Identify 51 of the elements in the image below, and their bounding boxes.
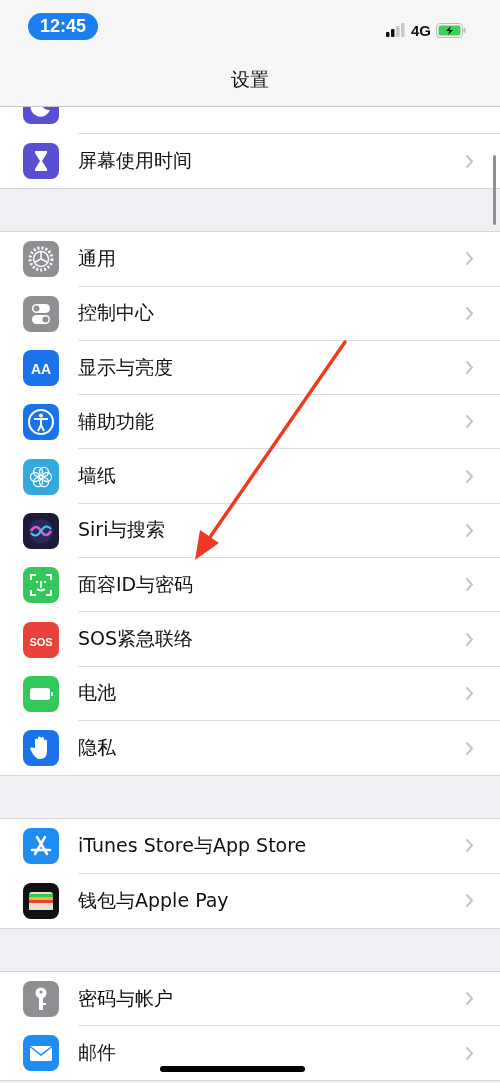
chevron-icon: [465, 685, 474, 701]
chevron-icon: [465, 251, 474, 267]
row-label: 隐私: [78, 735, 116, 761]
settings-row[interactable]: 隐私: [0, 720, 500, 776]
chevron-icon: [465, 740, 474, 756]
chevron-icon: [465, 577, 474, 593]
status-time: 12:45: [28, 12, 99, 40]
signal-icon: [386, 23, 406, 37]
settings-row[interactable]: SOS SOS紧急联络: [0, 612, 500, 667]
row-label: 密码与帐户: [78, 985, 173, 1011]
settings-row[interactable]: 通用: [0, 232, 500, 287]
chevron-icon: [465, 991, 474, 1006]
scrollbar: [493, 155, 496, 225]
chevron-icon: [465, 153, 474, 169]
settings-row[interactable]: 密码与帐户: [0, 971, 500, 1027]
row-label: 电池: [78, 680, 116, 706]
row-label: Siri与搜索: [78, 517, 166, 543]
row-label: iTunes Store与App Store: [78, 832, 307, 858]
chevron-icon: [465, 305, 474, 321]
settings-row[interactable]: 钱包与Apple Pay: [0, 873, 500, 928]
page-title: 设置: [231, 67, 269, 92]
chevron-icon: [465, 838, 474, 854]
settings-row[interactable]: 面容ID与密码: [0, 558, 500, 613]
row-label: 显示与亮度: [78, 354, 173, 380]
settings-row[interactable]: 辅助功能: [0, 395, 500, 450]
network-label: 4G: [411, 21, 431, 39]
settings-row[interactable]: 电池: [0, 666, 500, 721]
settings-row[interactable]: iTunes Store与App Store: [0, 819, 500, 874]
row-label: 邮件: [78, 1040, 116, 1066]
settings-row[interactable]: AA 显示与亮度: [0, 340, 500, 396]
row-label: SOS紧急联络: [78, 626, 194, 651]
row-label: 面容ID与密码: [78, 571, 194, 597]
row-label: 墙纸: [78, 463, 116, 489]
chevron-icon: [465, 468, 474, 484]
chevron-icon: [465, 360, 474, 376]
chevron-icon: [465, 1045, 474, 1061]
chevron-icon: [465, 631, 474, 647]
battery-charging-icon: [436, 22, 466, 38]
settings-row[interactable]: 屏幕使用时间: [0, 134, 500, 189]
settings-row[interactable]: 控制中心: [0, 286, 500, 341]
chevron-icon: [465, 893, 474, 909]
row-label: 屏幕使用时间: [78, 148, 192, 174]
text-size-icon: AA: [23, 350, 59, 387]
row-label: 钱包与Apple Pay: [78, 887, 229, 913]
sos-icon: SOS: [23, 621, 59, 658]
row-label: 辅助功能: [78, 408, 154, 434]
chevron-icon: [465, 414, 474, 430]
row-label: 控制中心: [78, 300, 154, 326]
chevron-icon: [465, 522, 474, 538]
settings-row[interactable]: 墙纸: [0, 449, 500, 504]
row-label: 通用: [78, 245, 116, 271]
